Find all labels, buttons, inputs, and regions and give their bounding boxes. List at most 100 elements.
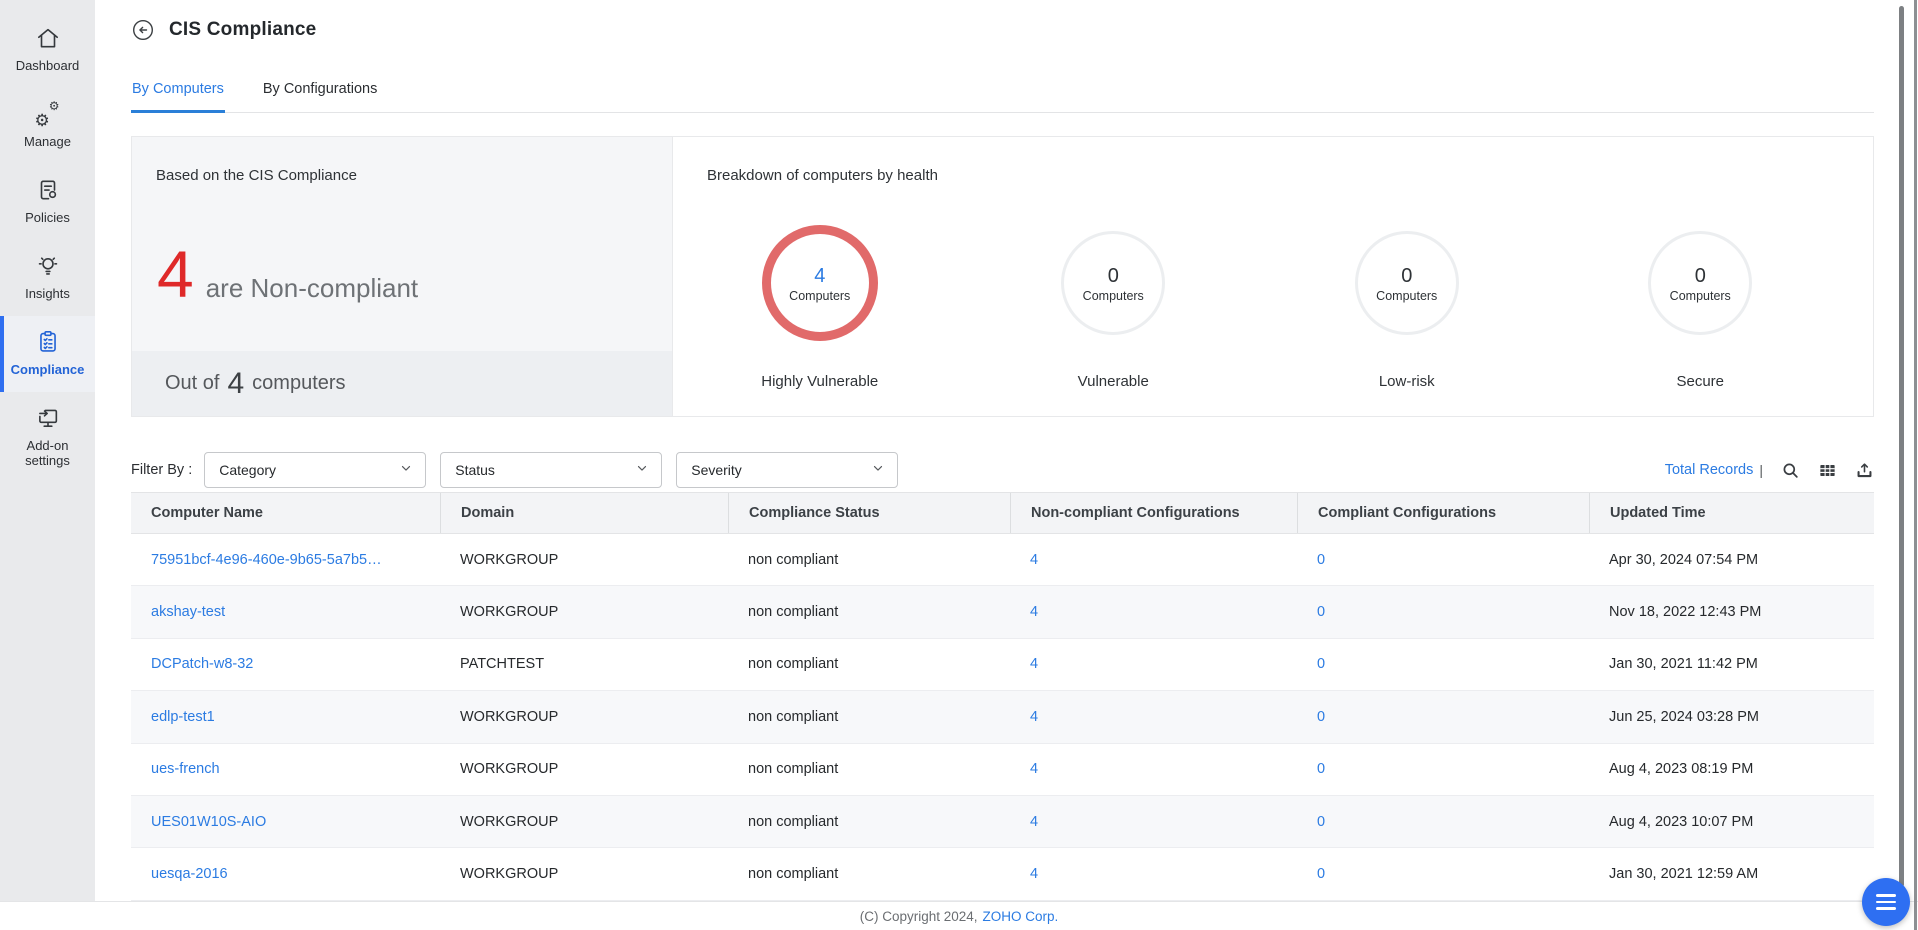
quick-actions-fab[interactable]: [1862, 878, 1910, 926]
column-header-compliant-configurations[interactable]: Compliant Configurations: [1297, 493, 1589, 533]
total-records-link[interactable]: Total Records: [1665, 462, 1754, 478]
export-icon[interactable]: [1854, 460, 1874, 480]
computer-name-link[interactable]: akshay-test: [151, 604, 225, 620]
compliant-count-link[interactable]: 0: [1317, 761, 1325, 777]
sidebar-item-dashboard[interactable]: Dashboard: [0, 12, 95, 88]
total-computers-band: Out of 4 computers: [132, 351, 672, 416]
non-compliant-count-link[interactable]: 4: [1030, 604, 1038, 620]
sidebar-item-label: Dashboard: [16, 58, 80, 73]
column-header-updated-time[interactable]: Updated Time: [1589, 493, 1874, 533]
health-unit: Computers: [789, 289, 850, 303]
status-dropdown[interactable]: Status: [440, 452, 662, 488]
compliant-count-link[interactable]: 0: [1317, 604, 1325, 620]
health-item-low-risk[interactable]: 0 Computers Low-risk: [1260, 219, 1554, 390]
compliance-status-cell: non compliant: [728, 586, 1010, 637]
search-icon[interactable]: [1780, 460, 1800, 480]
table-row[interactable]: UES01W10S-AIO WORKGROUP non compliant 4 …: [131, 796, 1874, 848]
page-title: CIS Compliance: [169, 19, 316, 41]
out-of-count: 4: [227, 367, 244, 401]
sidebar-item-manage[interactable]: ⚙⚙ Manage: [0, 88, 95, 164]
sidebar-item-policies[interactable]: Policies: [0, 164, 95, 240]
footer: (C) Copyright 2024, ZOHO Corp.: [0, 901, 1918, 930]
column-header-compliance-status[interactable]: Compliance Status: [728, 493, 1010, 533]
non-compliant-count-link[interactable]: 4: [1030, 761, 1038, 777]
app-window: Dashboard ⚙⚙ Manage Policies Insights Co…: [0, 0, 1918, 930]
home-icon: [35, 25, 61, 51]
page-header: CIS Compliance: [131, 18, 316, 42]
tab-bar: By Computers By Configurations: [131, 75, 1874, 113]
category-dropdown[interactable]: Category: [204, 452, 426, 488]
compliant-count-link[interactable]: 0: [1317, 552, 1325, 568]
non-compliant-count-link[interactable]: 4: [1030, 709, 1038, 725]
compliant-count-link[interactable]: 0: [1317, 866, 1325, 882]
highly-vulnerable-ring: 4 Computers: [762, 225, 878, 341]
table-row[interactable]: ues-french WORKGROUP non compliant 4 0 A…: [131, 744, 1874, 796]
table-row[interactable]: DCPatch-w8-32 PATCHTEST non compliant 4 …: [131, 639, 1874, 691]
back-button[interactable]: [131, 18, 155, 42]
severity-dropdown[interactable]: Severity: [676, 452, 898, 488]
sidebar-item-compliance[interactable]: Compliance: [0, 316, 95, 392]
compliant-count-link[interactable]: 0: [1317, 656, 1325, 672]
window-scrollbar[interactable]: [1914, 0, 1917, 930]
non-compliant-count-link[interactable]: 4: [1030, 552, 1038, 568]
non-compliant-caption: are Non-compliant: [206, 273, 418, 304]
computer-name-link[interactable]: DCPatch-w8-32: [151, 656, 253, 672]
column-header-computer-name[interactable]: Computer Name: [131, 493, 440, 533]
policies-icon: [35, 177, 61, 203]
sidebar-item-insights[interactable]: Insights: [0, 240, 95, 316]
health-item-secure[interactable]: 0 Computers Secure: [1554, 219, 1848, 390]
sidebar-item-addon-settings[interactable]: Add-on settings: [0, 392, 95, 483]
compliant-count-link[interactable]: 0: [1317, 709, 1325, 725]
updated-time-cell: Jan 30, 2021 11:42 PM: [1589, 639, 1874, 690]
vertical-scrollbar-thumb[interactable]: [1899, 6, 1904, 887]
sidebar-item-label: Compliance: [11, 362, 85, 377]
updated-time-cell: Aug 4, 2023 08:19 PM: [1589, 744, 1874, 795]
dropdown-value: Category: [219, 462, 276, 478]
copyright-text: (C) Copyright 2024,: [860, 909, 978, 924]
table-header: Computer Name Domain Compliance Status N…: [131, 492, 1874, 534]
filter-row: Filter By : Category Status Severity Tot…: [131, 452, 1874, 488]
health-heading: Breakdown of computers by health: [707, 167, 938, 184]
computer-name-link[interactable]: edlp-test1: [151, 709, 215, 725]
chevron-down-icon: [635, 461, 649, 480]
health-label: Highly Vulnerable: [761, 373, 878, 390]
updated-time-cell: Jun 25, 2024 03:28 PM: [1589, 691, 1874, 742]
health-breakdown-card: Breakdown of computers by health 4 Compu…: [672, 137, 1873, 416]
tab-by-configurations[interactable]: By Configurations: [262, 75, 378, 112]
overview-section: Based on the CIS Compliance 4 are Non-co…: [131, 136, 1874, 417]
table-row[interactable]: uesqa-2016 WORKGROUP non compliant 4 0 J…: [131, 848, 1874, 900]
table-row[interactable]: edlp-test1 WORKGROUP non compliant 4 0 J…: [131, 691, 1874, 743]
non-compliant-count-link[interactable]: 4: [1030, 814, 1038, 830]
compliance-status-cell: non compliant: [728, 796, 1010, 847]
compliant-count-link[interactable]: 0: [1317, 814, 1325, 830]
tab-by-computers[interactable]: By Computers: [131, 75, 225, 113]
sidebar: Dashboard ⚙⚙ Manage Policies Insights Co…: [0, 0, 95, 901]
health-count: 4: [814, 264, 825, 288]
computer-name-link[interactable]: uesqa-2016: [151, 866, 228, 882]
zoho-corp-link[interactable]: ZOHO Corp.: [983, 909, 1059, 924]
health-unit: Computers: [1670, 289, 1731, 303]
computers-table: Computer Name Domain Compliance Status N…: [131, 492, 1874, 901]
health-count: 0: [1401, 264, 1412, 288]
column-header-non-compliant-configurations[interactable]: Non-compliant Configurations: [1010, 493, 1297, 533]
toolbar-separator: |: [1759, 462, 1763, 478]
column-header-domain[interactable]: Domain: [440, 493, 728, 533]
health-item-highly-vulnerable[interactable]: 4 Computers Highly Vulnerable: [673, 219, 967, 390]
updated-time-cell: Nov 18, 2022 12:43 PM: [1589, 586, 1874, 637]
table-row[interactable]: 75951bcf-4e96-460e-9b65-5a7b5… WORKGROUP…: [131, 534, 1874, 586]
domain-cell: PATCHTEST: [440, 639, 728, 690]
health-item-vulnerable[interactable]: 0 Computers Vulnerable: [967, 219, 1261, 390]
computer-name-link[interactable]: ues-french: [151, 761, 220, 777]
compliance-summary-card: Based on the CIS Compliance 4 are Non-co…: [132, 137, 672, 416]
domain-cell: WORKGROUP: [440, 586, 728, 637]
non-compliant-count-link[interactable]: 4: [1030, 866, 1038, 882]
computer-name-link[interactable]: 75951bcf-4e96-460e-9b65-5a7b5…: [151, 552, 382, 568]
non-compliant-count-link[interactable]: 4: [1030, 656, 1038, 672]
updated-time-cell: Apr 30, 2024 07:54 PM: [1589, 534, 1874, 585]
computer-name-link[interactable]: UES01W10S-AIO: [151, 814, 266, 830]
table-view-icon[interactable]: [1817, 460, 1837, 480]
dropdown-value: Severity: [691, 462, 742, 478]
table-row[interactable]: akshay-test WORKGROUP non compliant 4 0 …: [131, 586, 1874, 638]
updated-time-cell: Aug 4, 2023 10:07 PM: [1589, 796, 1874, 847]
health-label: Secure: [1676, 373, 1724, 390]
